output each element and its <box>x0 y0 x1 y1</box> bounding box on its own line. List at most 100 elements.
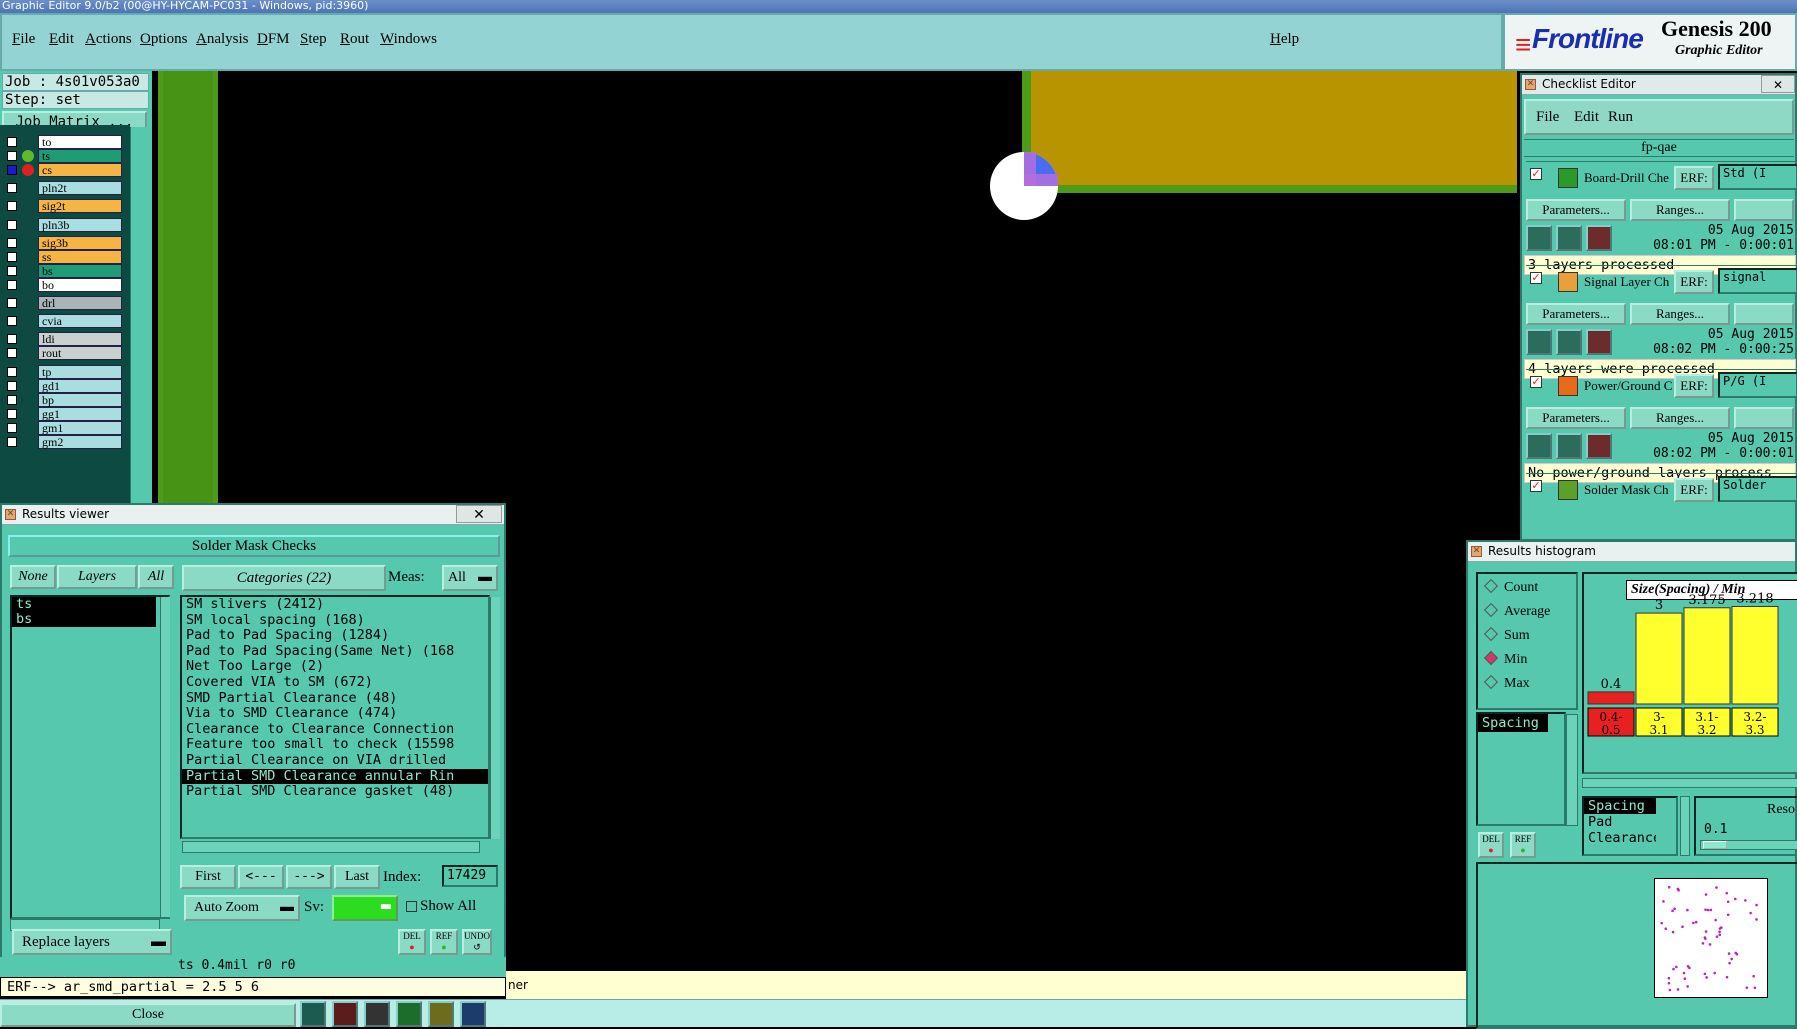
result-layer-item[interactable]: ts <box>12 597 156 612</box>
layer-list-scrollbar[interactable] <box>160 597 170 917</box>
extra-button[interactable] <box>1734 199 1794 221</box>
layer-name[interactable]: to <box>38 135 122 149</box>
lower-list-item[interactable]: Pad <box>1584 814 1656 830</box>
layer-name[interactable]: gm1 <box>38 421 122 435</box>
layer-row-bo[interactable]: bo <box>3 278 122 292</box>
layer-name[interactable]: pln2t <box>38 181 122 195</box>
layer-checkbox[interactable] <box>7 266 17 276</box>
ranges-button[interactable]: Ranges... <box>1630 199 1730 221</box>
first-button[interactable]: First <box>180 865 236 889</box>
category-list[interactable]: SM slivers (2412) SM local spacing (168) P… <box>180 595 490 839</box>
resolution-slider[interactable] <box>1700 840 1797 850</box>
show-results-icon[interactable] <box>1556 329 1582 355</box>
layer-name[interactable]: sig2t <box>38 199 122 213</box>
meas-dropdown[interactable]: All ▬ <box>442 565 498 591</box>
layer-name[interactable]: drl <box>38 296 122 310</box>
layer-checkbox[interactable] <box>7 367 17 377</box>
ref-button[interactable]: REF ● <box>430 929 458 955</box>
close-icon[interactable]: ✕ <box>1761 75 1795 93</box>
mode-radio-max[interactable]: Max <box>1483 674 1530 692</box>
check-enabled-checkbox[interactable]: ✓ <box>1530 376 1542 388</box>
layer-row-sig3b[interactable]: sig3b <box>3 236 122 250</box>
layer-name[interactable]: bs <box>38 264 122 278</box>
menu-help[interactable]: Help <box>1270 31 1299 48</box>
layer-result-list[interactable]: ts bs <box>10 595 170 919</box>
layer-affected-dot[interactable] <box>22 150 34 162</box>
result-layer-item[interactable]: bs <box>12 612 156 627</box>
category-item[interactable]: Pad to Pad Spacing(Same Net) (168 <box>182 644 488 660</box>
layer-checkbox[interactable] <box>7 183 17 193</box>
category-item[interactable]: Covered VIA to SM (672) <box>182 675 488 691</box>
show-all-checkbox[interactable] <box>406 901 417 912</box>
check-enabled-checkbox[interactable]: ✓ <box>1530 480 1542 492</box>
layer-name[interactable]: tp <box>38 365 122 379</box>
layer-checkbox[interactable] <box>7 280 17 290</box>
layer-name[interactable]: bp <box>38 393 122 407</box>
category-item[interactable]: SMD Partial Clearance (48) <box>182 691 488 707</box>
auto-zoom-dropdown[interactable]: Auto Zoom ▬ <box>184 895 300 921</box>
lower-list-scrollbar[interactable] <box>1680 796 1690 856</box>
layer-row-ts[interactable]: ts <box>3 149 122 163</box>
tool-icon-1[interactable] <box>300 1001 326 1027</box>
menu-windows[interactable]: Windows <box>380 31 437 48</box>
radio-indicator[interactable] <box>1483 578 1499 594</box>
layer-row-cs[interactable]: cs <box>3 163 122 177</box>
category-item[interactable]: Partial Clearance on VIA drilled <box>182 753 488 769</box>
layer-checkbox[interactable] <box>7 423 17 433</box>
chart-icon[interactable] <box>460 1001 486 1027</box>
layer-checkbox[interactable] <box>7 252 17 262</box>
category-list-scrollbar[interactable] <box>490 597 500 839</box>
run-check-icon[interactable] <box>1526 433 1552 459</box>
checklist-menu-run[interactable]: Run <box>1608 109 1633 126</box>
menu-dfm[interactable]: DFM <box>257 31 290 48</box>
layer-name[interactable]: cs <box>38 163 122 177</box>
layer-name[interactable]: rout <box>38 346 122 360</box>
layer-name[interactable]: bo <box>38 278 122 292</box>
radio-indicator[interactable] <box>1483 626 1499 642</box>
layer-row-rout[interactable]: rout <box>3 346 122 360</box>
extra-button[interactable] <box>1734 303 1794 325</box>
histogram-list-item[interactable]: Spacing <box>1478 714 1548 732</box>
layer-checkbox[interactable] <box>7 298 17 308</box>
menu-analysis[interactable]: Analysis <box>196 31 249 48</box>
parameters-button[interactable]: Parameters... <box>1526 199 1626 221</box>
layer-checkbox[interactable] <box>7 334 17 344</box>
mode-radio-min[interactable]: Min <box>1483 650 1527 668</box>
check-label[interactable]: Signal Layer Ch <box>1584 274 1676 290</box>
layer-name[interactable]: pln3b <box>38 218 122 232</box>
erf-button[interactable]: ERF: <box>1674 270 1714 294</box>
checklist-menu-file[interactable]: File <box>1536 109 1559 126</box>
histogram-bar[interactable] <box>1683 607 1731 705</box>
menu-step[interactable]: Step <box>300 31 327 48</box>
mode-radio-sum[interactable]: Sum <box>1483 626 1530 644</box>
erf-button[interactable]: ERF: <box>1674 374 1714 398</box>
erf-value[interactable]: Std (I <box>1718 164 1797 190</box>
check-label[interactable]: Board-Drill Che <box>1584 170 1676 186</box>
slider-thumb[interactable] <box>1703 841 1727 849</box>
layer-affected-dot[interactable] <box>22 164 34 176</box>
category-item[interactable]: Feature too small to check (15598 <box>182 737 488 753</box>
layer-checkbox[interactable] <box>7 165 17 175</box>
run-check-icon[interactable] <box>1526 225 1552 251</box>
check-label[interactable]: Solder Mask Ch <box>1584 482 1676 498</box>
radio-indicator[interactable] <box>1483 602 1499 618</box>
layer-row-pln2t[interactable]: pln2t <box>3 181 122 195</box>
category-item[interactable]: Partial SMD Clearance annular Rin <box>182 768 488 785</box>
checklist-menu-edit[interactable]: Edit <box>1574 109 1599 126</box>
last-button[interactable]: Last <box>334 865 380 889</box>
layer-checkbox[interactable] <box>7 409 17 419</box>
menu-edit[interactable]: Edit <box>49 31 74 48</box>
all-button[interactable]: All <box>138 565 174 589</box>
category-list-hscrollbar[interactable] <box>182 841 480 853</box>
layer-checkbox[interactable] <box>7 395 17 405</box>
ranges-button[interactable]: Ranges... <box>1630 303 1730 325</box>
layer-checkbox[interactable] <box>7 348 17 358</box>
layers-button[interactable]: Layers <box>57 565 137 589</box>
run-check-icon[interactable] <box>1526 329 1552 355</box>
category-item[interactable]: SM local spacing (168) <box>182 613 488 629</box>
histogram-hscrollbar[interactable] <box>1582 778 1797 788</box>
tool-icon-3[interactable] <box>364 1001 390 1027</box>
hist-del-button[interactable]: DEL ● <box>1478 832 1504 858</box>
del-button[interactable]: DEL ● <box>398 929 426 955</box>
results-viewer-icon[interactable] <box>1586 225 1612 251</box>
